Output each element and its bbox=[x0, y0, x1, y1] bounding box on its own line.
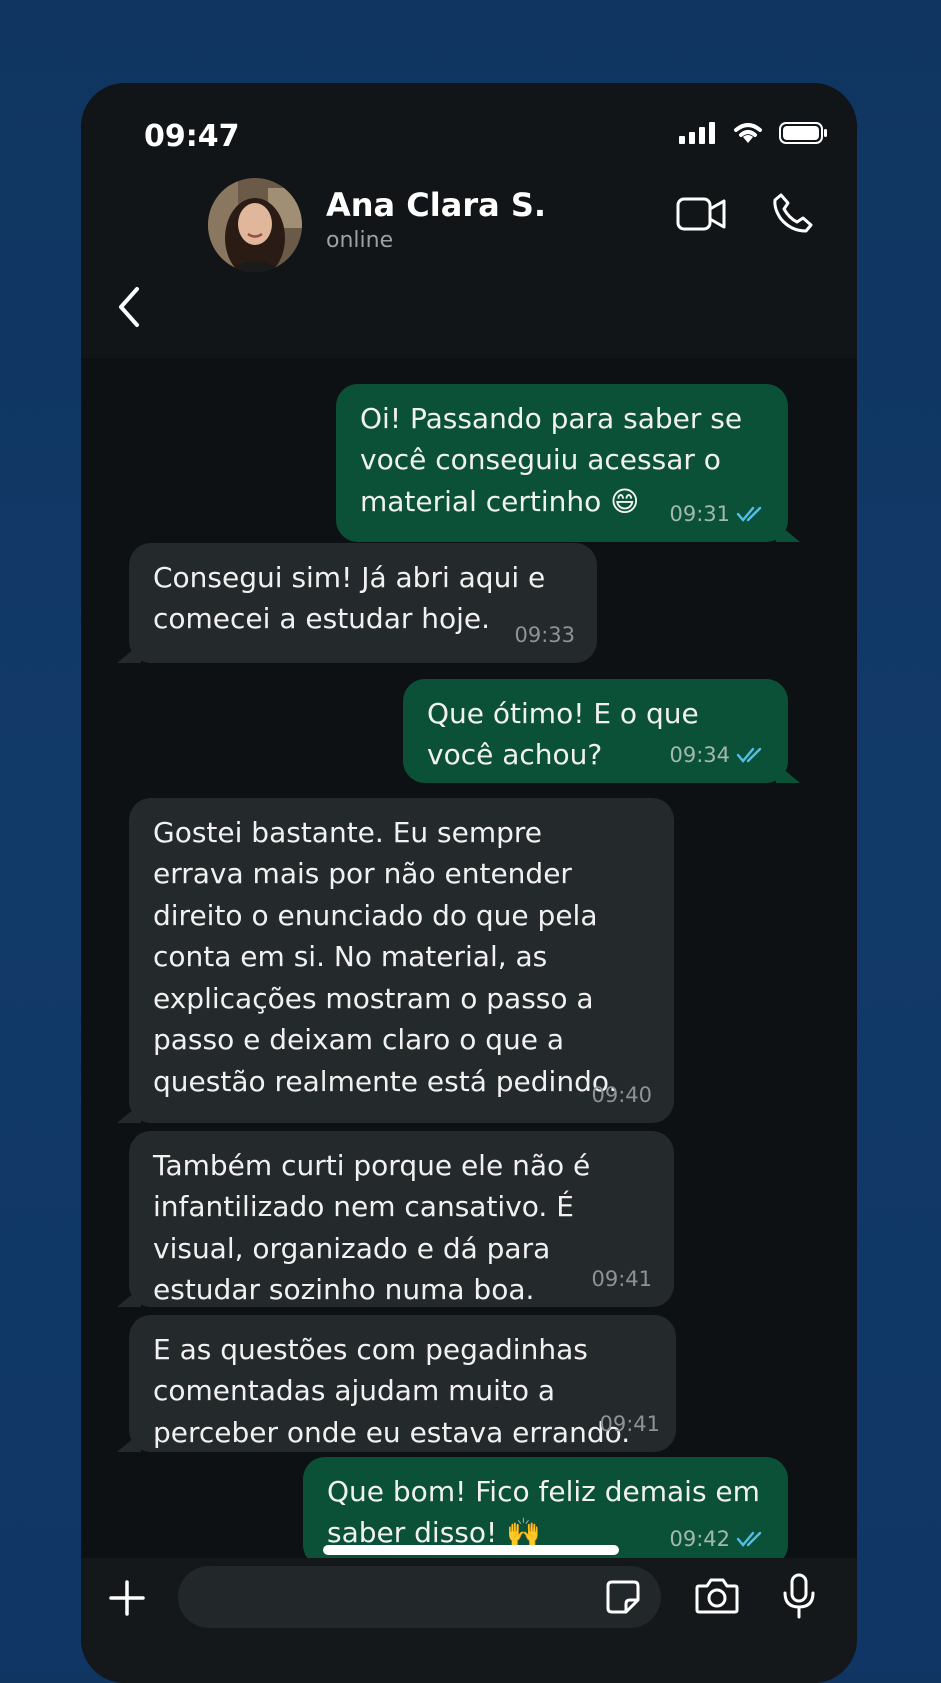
video-camera-icon[interactable] bbox=[676, 195, 728, 233]
message-time: 09:33 bbox=[514, 622, 575, 647]
bubble-tail bbox=[117, 1287, 141, 1307]
phone-screen: 09:47 Ana Clara S. online Oi! Passando p… bbox=[81, 83, 857, 1683]
status-bar: 09:47 bbox=[81, 83, 857, 183]
wifi-icon bbox=[734, 123, 762, 143]
message-time: 09:41 bbox=[591, 1266, 652, 1291]
contact-name[interactable]: Ana Clara S. bbox=[326, 186, 546, 224]
chevron-left-icon[interactable] bbox=[111, 283, 151, 331]
message-input[interactable] bbox=[178, 1566, 661, 1628]
avatar-photo bbox=[208, 178, 302, 272]
message-bubble-incoming[interactable]: E as questões com pegadinhas comentadas … bbox=[117, 1315, 676, 1452]
bubble-tail bbox=[117, 1103, 141, 1123]
status-time: 09:47 bbox=[144, 119, 240, 154]
sticker-icon[interactable] bbox=[606, 1580, 640, 1614]
message-text: Gostei bastante. Eu sempre errava mais p… bbox=[153, 816, 618, 1098]
message-time: 09:42 bbox=[669, 1526, 730, 1551]
camera-icon[interactable] bbox=[695, 1576, 739, 1614]
double-check-icon bbox=[736, 748, 762, 764]
message-bubble-incoming[interactable]: Também curti porque ele não é infantiliz… bbox=[117, 1131, 674, 1307]
message-time: 09:41 bbox=[599, 1411, 660, 1436]
message-composer bbox=[81, 1558, 857, 1683]
microphone-icon[interactable] bbox=[781, 1573, 817, 1619]
plus-icon[interactable] bbox=[107, 1578, 147, 1618]
contact-presence: online bbox=[326, 228, 394, 253]
message-bubble-incoming[interactable]: Consegui sim! Já abri aqui e comecei a e… bbox=[117, 543, 597, 663]
message-text: E as questões com pegadinhas comentadas … bbox=[153, 1333, 631, 1449]
signal-icon bbox=[679, 122, 715, 144]
bubble-tail bbox=[117, 643, 141, 663]
message-bubble-incoming[interactable]: Gostei bastante. Eu sempre errava mais p… bbox=[117, 798, 674, 1123]
bubble-tail bbox=[117, 1432, 141, 1452]
message-bubble-outgoing[interactable]: Que ótimo! E o que você achou? 09:34 bbox=[403, 679, 800, 783]
message-text: Também curti porque ele não é infantiliz… bbox=[153, 1149, 591, 1307]
message-time: 09:34 bbox=[669, 742, 730, 767]
message-time: 09:40 bbox=[591, 1082, 652, 1107]
phone-icon[interactable] bbox=[771, 191, 815, 235]
message-bubble-outgoing[interactable]: Oi! Passando para saber se você consegui… bbox=[336, 384, 800, 542]
message-text: Consegui sim! Já abri aqui e comecei a e… bbox=[153, 561, 546, 636]
status-icons bbox=[679, 121, 829, 145]
battery-icon bbox=[779, 122, 827, 144]
bubble-tail bbox=[776, 763, 800, 783]
message-time: 09:31 bbox=[669, 501, 730, 526]
bubble-tail bbox=[776, 522, 800, 542]
avatar[interactable] bbox=[208, 178, 302, 272]
home-indicator[interactable] bbox=[323, 1545, 619, 1555]
double-check-icon bbox=[736, 1532, 762, 1548]
double-check-icon bbox=[736, 507, 762, 523]
message-list[interactable]: Oi! Passando para saber se você consegui… bbox=[81, 358, 857, 1640]
